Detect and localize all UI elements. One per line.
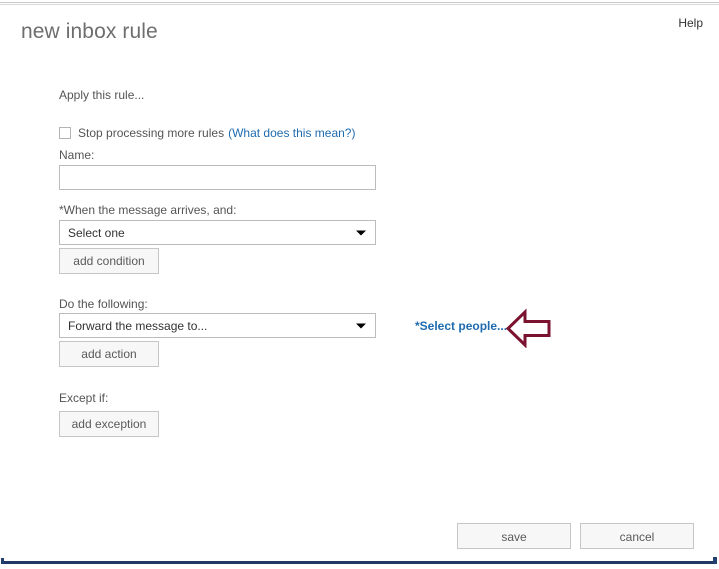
stop-processing-label: Stop processing more rules	[78, 126, 225, 140]
add-exception-button[interactable]: add exception	[59, 411, 159, 437]
cancel-button[interactable]: cancel	[580, 523, 694, 549]
exception-label: Except if:	[59, 391, 109, 405]
window-bottom-frame	[2, 561, 716, 564]
condition-select[interactable]: Select one	[59, 220, 376, 245]
window-bottom-frame-right-corner	[713, 557, 717, 564]
top-divider-secondary	[0, 4, 719, 5]
add-condition-button[interactable]: add condition	[59, 248, 159, 274]
select-people-link[interactable]: *Select people...	[415, 319, 507, 333]
name-input[interactable]	[59, 165, 376, 190]
apply-this-rule-label: Apply this rule...	[59, 88, 145, 102]
left-arrow-annotation-icon	[505, 308, 551, 348]
add-action-button[interactable]: add action	[59, 341, 159, 367]
condition-label: *When the message arrives, and:	[59, 203, 237, 217]
condition-select-value: Select one	[68, 225, 125, 240]
stop-processing-checkbox[interactable]	[59, 127, 71, 139]
page-title: new inbox rule	[21, 20, 158, 43]
name-label: Name:	[59, 148, 95, 162]
chevron-down-icon	[356, 323, 366, 328]
action-label: Do the following:	[59, 297, 148, 311]
action-select-value: Forward the message to...	[68, 318, 208, 333]
action-select[interactable]: Forward the message to...	[59, 313, 376, 338]
window-bottom-frame-left-corner	[1, 558, 4, 564]
what-does-this-mean-link[interactable]: (What does this mean?)	[228, 126, 355, 140]
help-link[interactable]: Help	[678, 16, 703, 30]
stop-processing-row: Stop processing more rules (What does th…	[59, 126, 355, 140]
top-divider	[0, 2, 719, 3]
new-inbox-rule-page: new inbox rule Help Apply this rule... S…	[0, 0, 719, 569]
save-button[interactable]: save	[457, 523, 571, 549]
chevron-down-icon	[356, 230, 366, 235]
